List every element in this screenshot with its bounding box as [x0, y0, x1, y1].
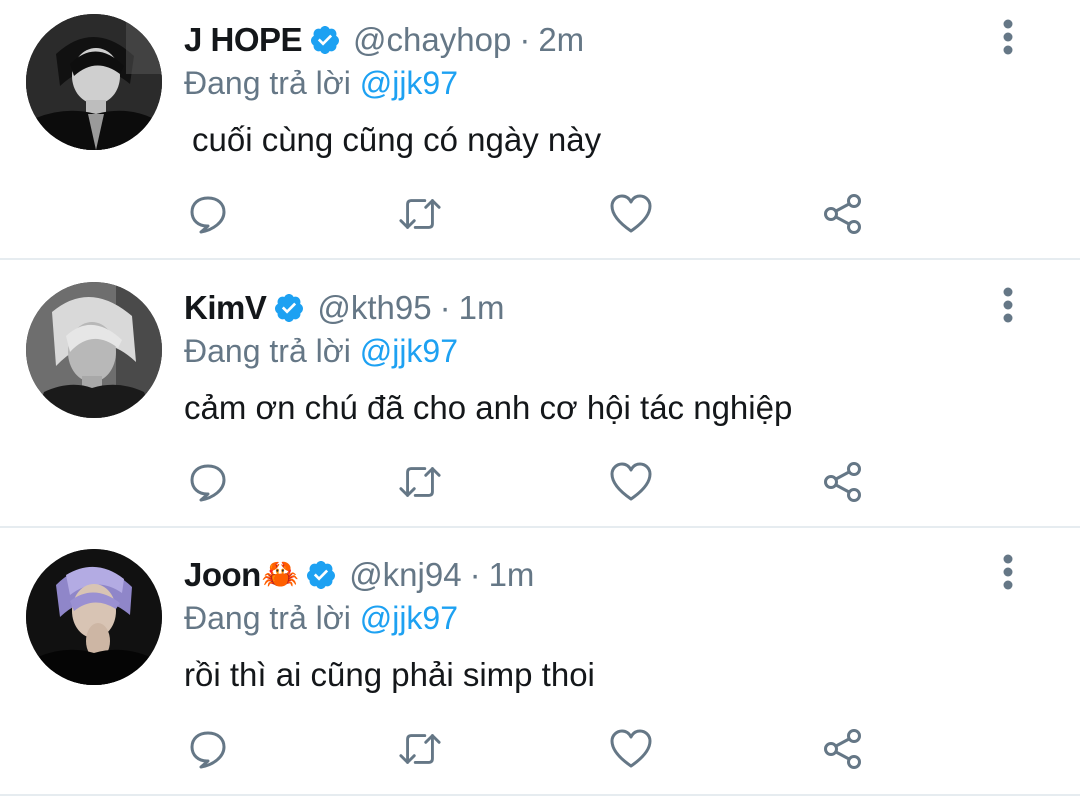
heart-icon[interactable]: [609, 192, 653, 236]
display-name[interactable]: KimV: [184, 286, 267, 330]
divider: [0, 258, 1080, 260]
retweet-icon[interactable]: [398, 192, 442, 236]
retweet-icon[interactable]: [398, 727, 442, 771]
reply-mention-link[interactable]: @jjk97: [360, 600, 458, 636]
retweet-icon[interactable]: [398, 460, 442, 504]
more-vertical-icon[interactable]: [990, 549, 1026, 595]
avatar[interactable]: [26, 14, 162, 150]
display-name[interactable]: Joon: [184, 553, 261, 597]
replying-to: Đang trả lời @jjk97: [184, 597, 458, 639]
tweet-header: KimV @kth95 · 1m: [184, 286, 504, 330]
tweet[interactable]: KimV @kth95 · 1m Đang trả lời @jjk97 cảm…: [0, 268, 1080, 526]
user-handle[interactable]: @knj94: [349, 553, 461, 597]
timestamp[interactable]: 1m: [489, 553, 535, 597]
reply-mention-link[interactable]: @jjk97: [360, 333, 458, 369]
heart-icon[interactable]: [609, 460, 653, 504]
tweet-text: cảm ơn chú đã cho anh cơ hội tác nghiệp: [184, 389, 793, 426]
replying-to: Đang trả lời @jjk97: [184, 62, 458, 104]
tweet[interactable]: Joon 🦀 @knj94 · 1m Đang trả lời @jjk97 r…: [0, 535, 1080, 793]
reply-prefix: Đang trả lời: [184, 65, 351, 101]
reply-prefix: Đang trả lời: [184, 333, 351, 369]
verified-badge-icon: [309, 24, 341, 56]
reply-prefix: Đang trả lời: [184, 600, 351, 636]
avatar[interactable]: [26, 282, 162, 418]
user-handle[interactable]: @kth95: [317, 286, 431, 330]
tweet-header: J HOPE @chayhop · 2m: [184, 18, 584, 62]
tweet-header: Joon 🦀 @knj94 · 1m: [184, 553, 534, 597]
verified-badge-icon: [273, 292, 305, 324]
tweet-text: cuối cùng cũng có ngày này: [192, 121, 602, 158]
separator-dot: ·: [469, 556, 481, 593]
display-name[interactable]: J HOPE: [184, 18, 303, 62]
divider: [0, 526, 1080, 528]
tweet-text: rồi thì ai cũng phải simp thoi: [184, 656, 595, 693]
reply-icon[interactable]: [186, 727, 230, 771]
reply-icon[interactable]: [186, 192, 230, 236]
more-vertical-icon[interactable]: [990, 282, 1026, 328]
divider: [0, 794, 1080, 796]
reply-icon[interactable]: [186, 460, 230, 504]
more-vertical-icon[interactable]: [990, 14, 1026, 60]
heart-icon[interactable]: [609, 727, 653, 771]
share-icon[interactable]: [821, 460, 865, 504]
tweet[interactable]: J HOPE @chayhop · 2m Đang trả lời @jjk97…: [0, 0, 1080, 258]
share-icon[interactable]: [821, 192, 865, 236]
avatar[interactable]: [26, 549, 162, 685]
verified-badge-icon: [305, 559, 337, 591]
timestamp[interactable]: 1m: [459, 286, 505, 330]
reply-mention-link[interactable]: @jjk97: [360, 65, 458, 101]
replying-to: Đang trả lời @jjk97: [184, 330, 458, 372]
user-handle[interactable]: @chayhop: [353, 18, 511, 62]
share-icon[interactable]: [821, 727, 865, 771]
timestamp[interactable]: 2m: [538, 18, 584, 62]
name-emoji: 🦀: [261, 558, 300, 591]
separator-dot: ·: [439, 289, 451, 326]
separator-dot: ·: [519, 21, 531, 58]
